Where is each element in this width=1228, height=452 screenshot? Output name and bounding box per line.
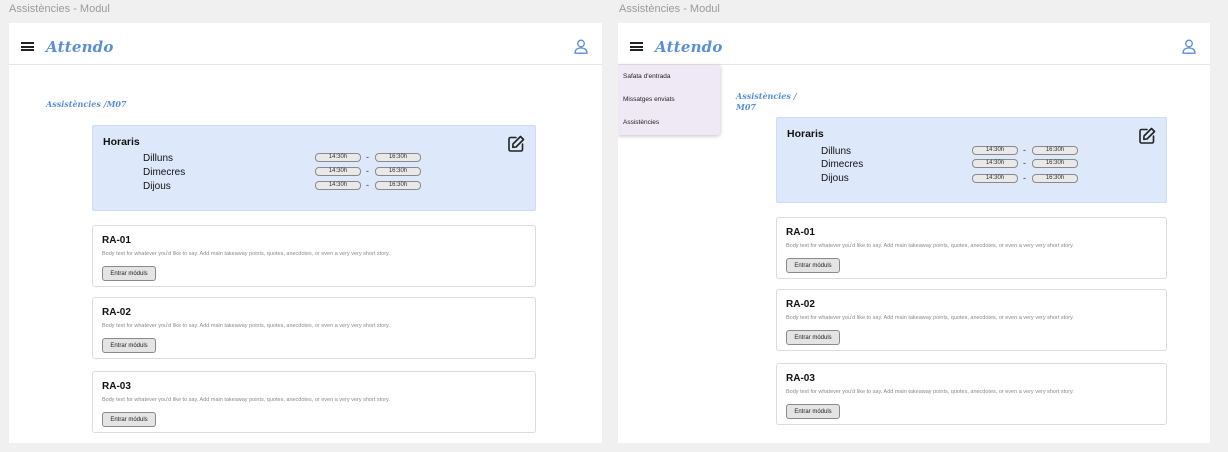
app-logo[interactable]: Attendo	[655, 38, 723, 56]
entrar-moduls-button[interactable]: Entrar móduls	[786, 330, 840, 345]
time-end[interactable]: 16:30h	[1032, 146, 1078, 155]
card-title: RA-02	[102, 307, 131, 318]
time-end[interactable]: 16:30h	[1032, 159, 1078, 168]
card-body: Body text for whatever you'd like to say…	[102, 323, 390, 329]
card-body: Body text for whatever you'd like to say…	[102, 251, 390, 257]
card-title: RA-03	[102, 381, 131, 392]
ra-card: RA-03 Body text for whatever you'd like …	[776, 363, 1167, 425]
card-title: RA-01	[102, 235, 131, 246]
hamburger-menu-icon[interactable]	[630, 42, 643, 51]
schedule-day: Dimecres	[821, 159, 864, 170]
time-start[interactable]: 14:30h	[972, 174, 1018, 183]
schedule-day: Dijous	[821, 173, 849, 184]
card-title: RA-01	[786, 227, 815, 238]
time-separator: -	[366, 152, 369, 162]
time-separator: -	[1023, 173, 1026, 183]
horaris-title: Horaris	[787, 128, 824, 140]
user-icon[interactable]	[1182, 39, 1196, 54]
time-separator: -	[366, 166, 369, 176]
breadcrumb[interactable]: Assistències /M07	[46, 99, 127, 110]
time-start[interactable]: 14:30h	[315, 181, 361, 190]
breadcrumb-line: Assistències /	[736, 91, 797, 101]
card-body: Body text for whatever you'd like to say…	[786, 389, 1074, 395]
ra-card: RA-03 Body text for whatever you'd like …	[92, 371, 536, 433]
app-header: Attendo	[9, 23, 602, 65]
hamburger-menu-icon[interactable]	[21, 42, 34, 51]
horaris-panel: Horaris Dilluns 14:30h - 16:30h Dimecres…	[92, 125, 536, 211]
entrar-moduls-button[interactable]: Entrar móduls	[786, 404, 840, 419]
frame-label: Assistències - Modul	[9, 3, 110, 15]
schedule-day: Dimecres	[143, 167, 186, 178]
ra-card: RA-01 Body text for whatever you'd like …	[92, 225, 536, 287]
time-end[interactable]: 16:30h	[375, 181, 421, 190]
ra-card: RA-02 Body text for whatever you'd like …	[92, 297, 536, 359]
time-start[interactable]: 14:30h	[315, 153, 361, 162]
screen-modul-menu-open: Attendo Assistències / M07 Horaris Dillu…	[618, 23, 1210, 443]
edit-icon[interactable]	[507, 135, 525, 153]
entrar-moduls-button[interactable]: Entrar móduls	[102, 338, 156, 353]
card-body: Body text for whatever you'd like to say…	[786, 243, 1074, 249]
card-body: Body text for whatever you'd like to say…	[786, 315, 1074, 321]
schedule-day: Dilluns	[821, 146, 852, 157]
edit-icon[interactable]	[1138, 127, 1156, 145]
time-separator: -	[1023, 145, 1026, 155]
time-start[interactable]: 14:30h	[972, 146, 1018, 155]
breadcrumb[interactable]: Assistències / M07	[736, 91, 797, 113]
time-separator: -	[366, 180, 369, 190]
side-menu: Safata d'entrada Missatges enviats Assis…	[618, 65, 720, 135]
time-end[interactable]: 16:30h	[1032, 174, 1078, 183]
time-separator: -	[1023, 158, 1026, 168]
breadcrumb-line: M07	[736, 102, 756, 112]
time-start[interactable]: 14:30h	[315, 167, 361, 176]
menu-item-sent[interactable]: Missatges enviats	[623, 96, 675, 103]
card-body: Body text for whatever you'd like to say…	[102, 397, 390, 403]
entrar-moduls-button[interactable]: Entrar móduls	[786, 258, 840, 273]
app-header: Attendo	[618, 23, 1210, 65]
time-end[interactable]: 16:30h	[375, 153, 421, 162]
menu-item-inbox[interactable]: Safata d'entrada	[623, 73, 671, 80]
horaris-panel: Horaris Dilluns 14:30h - 16:30h Dimecres…	[776, 117, 1167, 203]
menu-item-assistencies[interactable]: Assistències	[623, 119, 659, 126]
screen-modul: Attendo Assistències /M07 Horaris Dillun…	[9, 23, 602, 443]
time-end[interactable]: 16:30h	[375, 167, 421, 176]
entrar-moduls-button[interactable]: Entrar móduls	[102, 412, 156, 427]
entrar-moduls-button[interactable]: Entrar móduls	[102, 266, 156, 281]
card-title: RA-02	[786, 299, 815, 310]
schedule-day: Dilluns	[143, 153, 174, 164]
horaris-title: Horaris	[103, 136, 140, 148]
ra-card: RA-01 Body text for whatever you'd like …	[776, 217, 1167, 279]
frame-label: Assistències - Modul	[619, 3, 720, 15]
time-start[interactable]: 14:30h	[972, 159, 1018, 168]
app-logo[interactable]: Attendo	[46, 38, 114, 56]
ra-card: RA-02 Body text for whatever you'd like …	[776, 289, 1167, 351]
schedule-day: Dijous	[143, 181, 171, 192]
user-icon[interactable]	[574, 39, 588, 54]
card-title: RA-03	[786, 373, 815, 384]
